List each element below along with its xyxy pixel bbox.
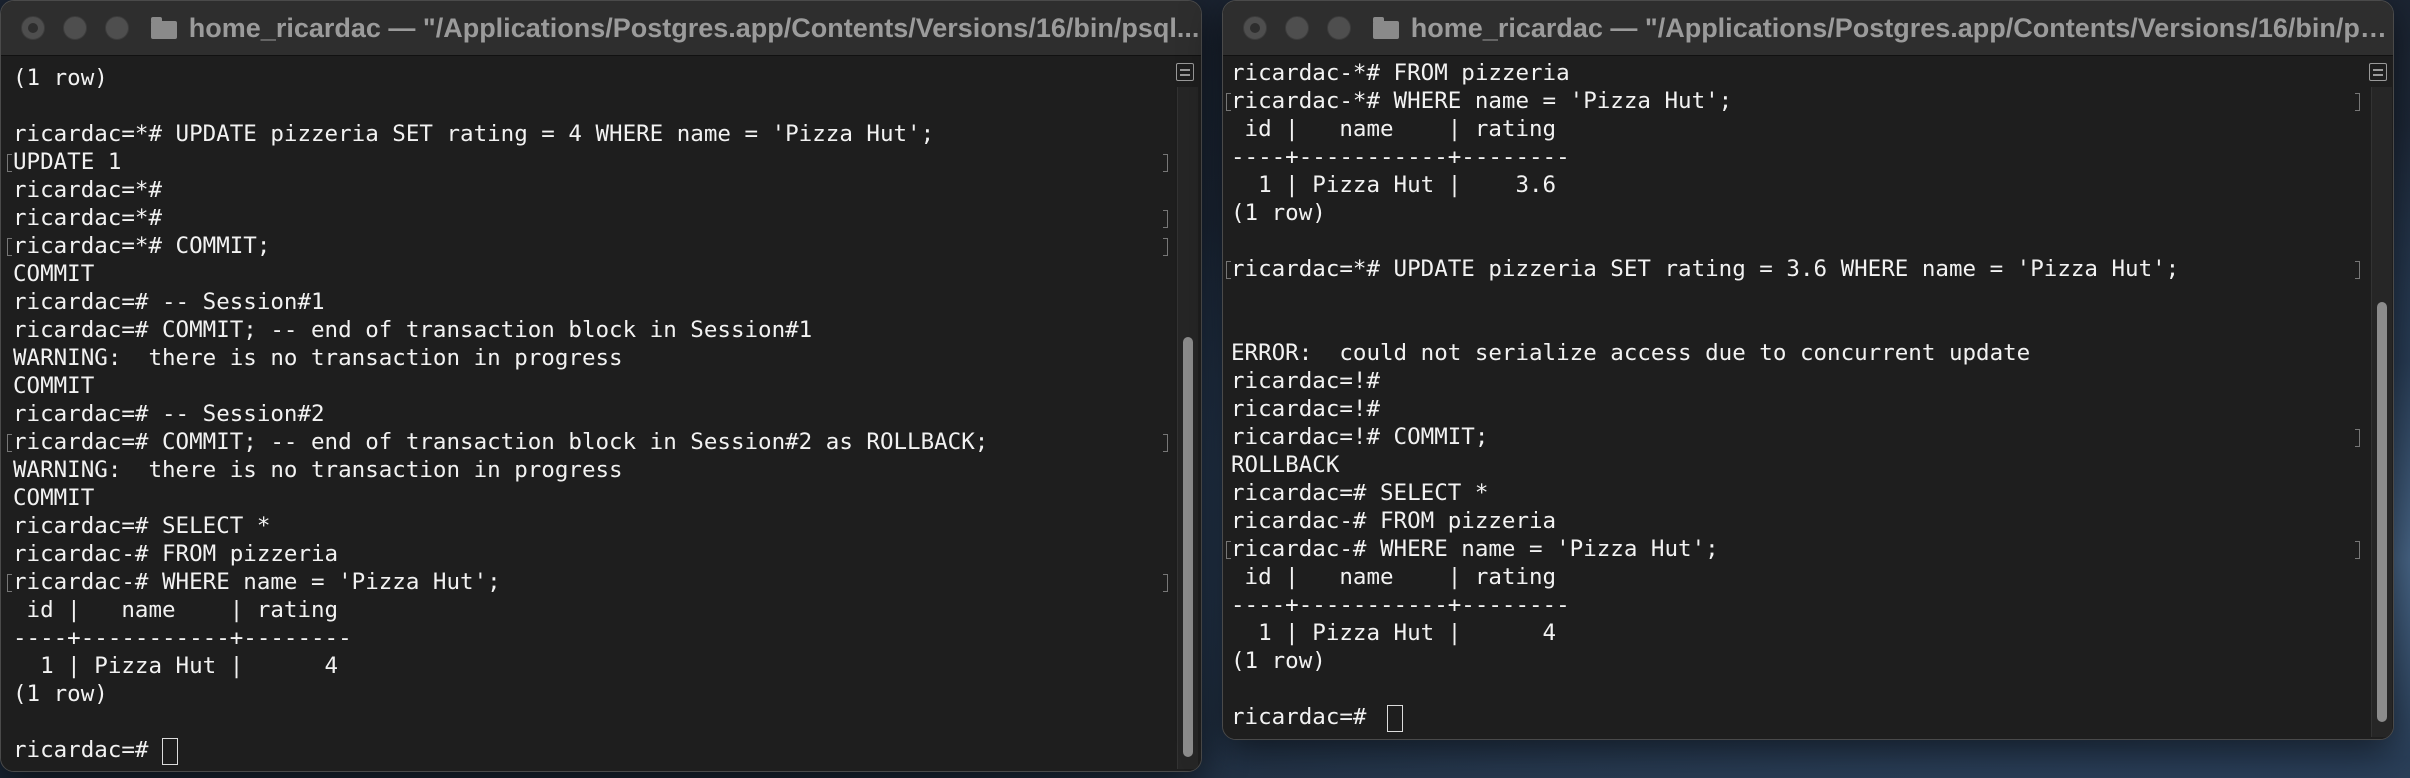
mark-bracket (1226, 261, 1231, 279)
terminal-line: UPDATE 1 (13, 149, 122, 175)
terminal-line: 1 | Pizza Hut | 4 (1231, 620, 1557, 646)
terminal-line: ----+-----------+-------- (1231, 144, 1570, 170)
terminal-line: ----+-----------+-------- (1231, 592, 1570, 618)
terminal-output[interactable]: (1 row) ricardac=*# UPDATE pizzeria SET … (1, 56, 1201, 771)
terminal-line: ricardac=# SELECT * (13, 513, 271, 539)
folder-icon (1373, 17, 1399, 39)
scrollbar-thumb[interactable] (2377, 302, 2387, 722)
mark-bracket (1163, 574, 1168, 592)
terminal-line: ricardac=*# UPDATE pizzeria SET rating =… (13, 121, 935, 147)
mark-bracket (2355, 261, 2360, 279)
terminal-line: ricardac=!# (1231, 396, 1381, 422)
close-button[interactable] (21, 16, 45, 40)
mark-bracket (1226, 541, 1231, 559)
mark-bracket (1163, 434, 1168, 452)
terminal-line: ricardac=*# UPDATE pizzeria SET rating =… (1231, 256, 2180, 282)
terminal-line: ricardac-# WHERE name = 'Pizza Hut'; (1231, 536, 1719, 562)
window-title: home_ricardac — "/Applications/Postgres.… (188, 12, 1200, 43)
terminal-line: id | name | rating (13, 597, 339, 623)
terminal-line: ricardac=# -- Session#2 (13, 401, 325, 427)
terminal-line: (1 row) (13, 681, 108, 707)
terminal-line: ricardac=!# COMMIT; (1231, 424, 1489, 450)
mark-bracket (1163, 154, 1168, 172)
folder-icon (151, 17, 177, 39)
terminal-line: (1 row) (13, 65, 108, 91)
terminal-window-right[interactable]: home_ricardac — "/Applications/Postgres.… (1222, 0, 2394, 740)
terminal-line: ricardac=# SELECT * (1231, 480, 1489, 506)
mark-bracket (7, 434, 12, 452)
terminal-line: ricardac=# COMMIT; -- end of transaction… (13, 317, 813, 343)
mark-bracket (7, 238, 12, 256)
zoom-button[interactable] (105, 16, 129, 40)
terminal-line: ricardac-# FROM pizzeria (13, 541, 339, 567)
mark-bracket (2355, 541, 2360, 559)
mark-bracket (2355, 93, 2360, 111)
title-bar[interactable]: home_ricardac — "/Applications/Postgres.… (1, 1, 1201, 56)
scroll-options-icon[interactable] (2369, 63, 2387, 81)
terminal-line: ricardac-*# WHERE name = 'Pizza Hut'; (1231, 88, 1733, 114)
terminal-line: COMMIT (13, 373, 95, 399)
terminal-line: ROLLBACK (1231, 452, 1340, 478)
terminal-line: 1 | Pizza Hut | 3.6 (1231, 172, 1557, 198)
terminal-window-left[interactable]: home_ricardac — "/Applications/Postgres.… (0, 0, 1202, 772)
zoom-button[interactable] (1327, 16, 1351, 40)
minimize-button[interactable] (1285, 16, 1309, 40)
text-cursor (162, 738, 178, 765)
terminal-line: (1 row) (1231, 648, 1326, 674)
mark-bracket (7, 574, 12, 592)
mark-bracket (1226, 93, 1231, 111)
terminal-line: COMMIT (13, 485, 95, 511)
terminal-line: ricardac-*# FROM pizzeria (1231, 60, 1570, 86)
terminal-line: ricardac=*# (13, 205, 163, 231)
terminal-line: ricardac-# FROM pizzeria (1231, 508, 1557, 534)
terminal-line: (1 row) (1231, 200, 1326, 226)
close-button[interactable] (1243, 16, 1267, 40)
terminal-line: ricardac=*# (13, 177, 163, 203)
scrollbar[interactable] (2371, 87, 2392, 737)
terminal-prompt[interactable]: ricardac=# (1231, 703, 1380, 731)
mark-bracket (7, 154, 12, 172)
mark-bracket (1163, 238, 1168, 256)
terminal-line: ricardac=!# (1231, 368, 1381, 394)
minimize-button[interactable] (63, 16, 87, 40)
scrollbar-thumb[interactable] (1183, 337, 1193, 757)
terminal-line: 1 | Pizza Hut | 4 (13, 653, 339, 679)
terminal-line: ricardac=*# COMMIT; (13, 233, 271, 259)
terminal-line: ricardac=# -- Session#1 (13, 289, 325, 315)
terminal-line: ricardac-# WHERE name = 'Pizza Hut'; (13, 569, 501, 595)
terminal-line: id | name | rating (1231, 116, 1557, 142)
scrollbar[interactable] (1177, 87, 1198, 769)
terminal-line: WARNING: there is no transaction in prog… (13, 457, 623, 483)
mark-bracket (2355, 429, 2360, 447)
terminal-line: id | name | rating (1231, 564, 1557, 590)
terminal-line: WARNING: there is no transaction in prog… (13, 345, 623, 371)
terminal-line: COMMIT (13, 261, 95, 287)
terminal-line: ricardac=# COMMIT; -- end of transaction… (13, 429, 989, 455)
terminal-line: ----+-----------+-------- (13, 625, 352, 651)
window-title: home_ricardac — "/Applications/Postgres.… (1410, 12, 2393, 43)
scroll-options-icon[interactable] (1176, 63, 1194, 81)
title-bar[interactable]: home_ricardac — "/Applications/Postgres.… (1223, 1, 2393, 56)
terminal-line: ERROR: could not serialize access due to… (1231, 340, 2031, 366)
terminal-prompt[interactable]: ricardac=# (13, 736, 162, 764)
terminal-output[interactable]: ricardac-*# FROM pizzeria ricardac-*# WH… (1223, 56, 2393, 739)
mark-bracket (1163, 210, 1168, 228)
text-cursor (1387, 705, 1403, 732)
